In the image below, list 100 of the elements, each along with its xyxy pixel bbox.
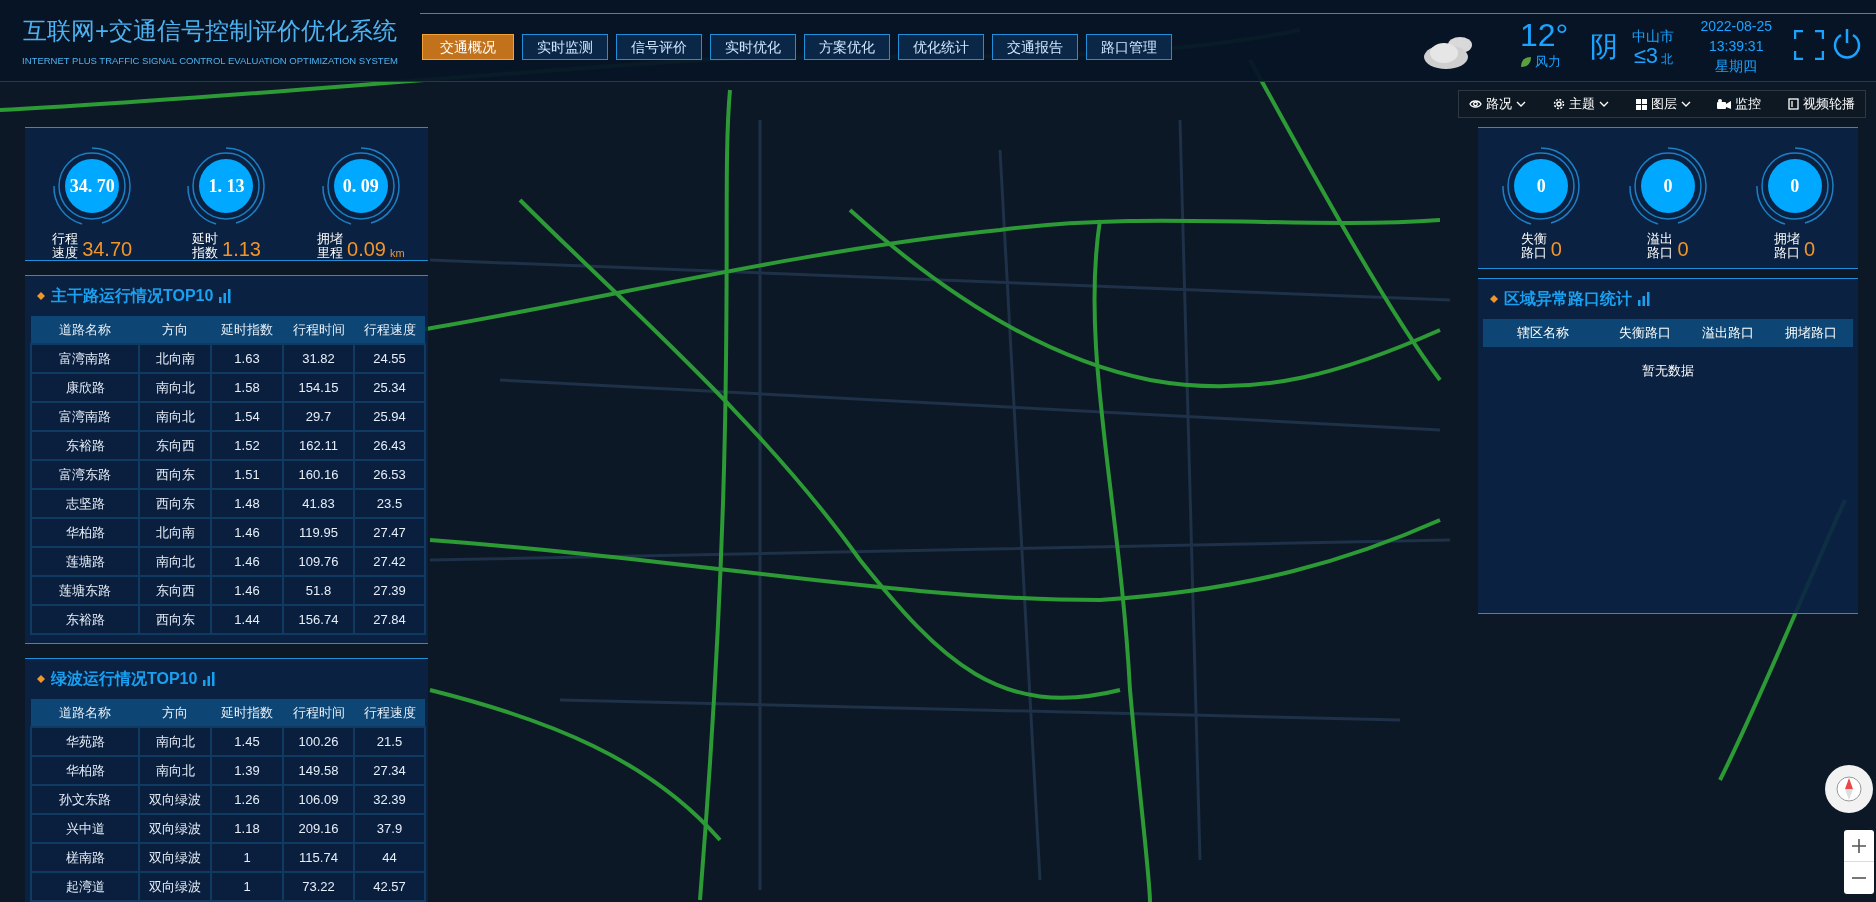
table-cell: 东向西 [139, 576, 211, 605]
table-cell: 25.34 [354, 373, 425, 402]
map-tool-button[interactable]: 视频轮播 [1788, 94, 1855, 114]
panel-title: 区域异常路口统计 [1504, 289, 1632, 309]
table-cell: 27.39 [354, 576, 425, 605]
nav-tab[interactable]: 方案优化 [804, 34, 890, 60]
table-cell: 志坚路 [31, 489, 139, 518]
table-cell: 1.51 [211, 460, 283, 489]
table-cell: 东裕路 [31, 605, 139, 634]
list-icon [1788, 98, 1799, 110]
app-subtitle: INTERNET PLUS TRAFFIC SIGNAL CONTROL EVALUATION OPTIMIZATION SYSTEM [22, 54, 398, 68]
column-header: 方向 [139, 699, 211, 727]
table-cell: 康欣路 [31, 373, 139, 402]
fullscreen-icon[interactable] [1794, 30, 1824, 60]
table-cell: 100.26 [283, 727, 354, 756]
weekday-text: 星期四 [1715, 57, 1758, 76]
nav-tab[interactable]: 实时优化 [710, 34, 796, 60]
table-cell: 27.47 [354, 518, 425, 547]
kpi-circle-value: 1. 13 [199, 159, 254, 213]
kpi-label: 延时指数 [192, 232, 218, 260]
table-cell: 1.58 [211, 373, 283, 402]
table-cell: 兴中道 [31, 814, 139, 843]
column-header: 行程速度 [354, 316, 425, 344]
table-cell: 41.83 [283, 489, 354, 518]
table-cell: 南向北 [139, 756, 211, 785]
table-cell: 31.82 [283, 344, 354, 373]
column-header: 方向 [139, 316, 211, 344]
empty-state-text: 暂无数据 [1642, 362, 1694, 380]
plus-icon [1852, 838, 1866, 853]
table-cell: 富湾南路 [31, 402, 139, 431]
wind-direction: 北 [1661, 51, 1674, 68]
table-cell: 21.5 [354, 727, 425, 756]
table-cell: 26.43 [354, 431, 425, 460]
map-tool-button[interactable]: 主题 [1552, 94, 1609, 114]
table-cell: 南向北 [139, 402, 211, 431]
nav-tab[interactable]: 交通概况 [422, 34, 514, 60]
diamond-icon [1490, 295, 1498, 303]
map-tool-button[interactable]: 监控 [1717, 94, 1762, 114]
table-cell: 东向西 [139, 431, 211, 460]
kpi-circle-value: 0. 09 [333, 159, 388, 213]
nav-tab[interactable]: 信号评价 [616, 34, 702, 60]
table-cell: 西向东 [139, 605, 211, 634]
table-cell: 北向南 [139, 344, 211, 373]
nav-tab[interactable]: 路口管理 [1086, 34, 1172, 60]
table-cell: 双向绿波 [139, 814, 211, 843]
leaf-icon [1520, 55, 1532, 68]
table-cell: 起湾道 [31, 872, 139, 901]
kpi-unit: km [389, 246, 405, 260]
kpi-value: 0 [1677, 238, 1689, 260]
table-cell: 1.46 [211, 518, 283, 547]
table-cell: 1.44 [211, 605, 283, 634]
table-cell: 东裕路 [31, 431, 139, 460]
table-cell: 1.46 [211, 576, 283, 605]
panel-title: 绿波运行情况TOP10 [51, 669, 198, 689]
table-cell: 华苑路 [31, 727, 139, 756]
table-cell: 1.54 [211, 402, 283, 431]
table-cell: 42.57 [354, 872, 425, 901]
table-cell: 154.15 [283, 373, 354, 402]
power-icon[interactable] [1832, 28, 1862, 60]
diamond-icon [37, 292, 45, 300]
kpi-value: 0.09 [347, 238, 386, 260]
bar-chart-icon [1638, 292, 1650, 306]
table-cell: 槎南路 [31, 843, 139, 872]
kpi-label: 拥堵里程 [317, 232, 343, 260]
table-cell: 西向东 [139, 489, 211, 518]
table-cell: 106.09 [283, 785, 354, 814]
diamond-icon [37, 675, 45, 683]
table-cell: 双向绿波 [139, 843, 211, 872]
map-tool-button[interactable]: 路况 [1469, 94, 1526, 114]
column-header: 辖区名称 [1483, 319, 1603, 347]
table-cell: 北向南 [139, 518, 211, 547]
wind-label: 风力 [1535, 53, 1561, 71]
column-header: 行程时间 [283, 316, 354, 344]
table-cell: 1.48 [211, 489, 283, 518]
nav-tab[interactable]: 优化统计 [898, 34, 984, 60]
table-cell: 富湾东路 [31, 460, 139, 489]
eye-icon [1469, 99, 1482, 109]
table-cell: 162.11 [283, 431, 354, 460]
table-cell: 115.74 [283, 843, 354, 872]
column-header: 溢出路口 [1686, 319, 1770, 347]
table-cell: 1 [211, 843, 283, 872]
bar-chart-icon [203, 672, 216, 686]
table-cell: 莲塘东路 [31, 576, 139, 605]
wind-level: ≤3 [1633, 44, 1659, 68]
compass-icon[interactable] [1824, 764, 1874, 814]
nav-tab[interactable]: 交通报告 [992, 34, 1078, 60]
kpi-circle-value: 34. 70 [65, 159, 120, 213]
table-cell: 1 [211, 872, 283, 901]
table-cell: 1.63 [211, 344, 283, 373]
table-cell: 富湾南路 [31, 344, 139, 373]
nav-tab[interactable]: 实时监测 [522, 34, 608, 60]
table-cell: 149.58 [283, 756, 354, 785]
column-header: 拥堵路口 [1769, 319, 1853, 347]
weather-condition: 阴 [1590, 30, 1619, 64]
kpi-value: 0 [1804, 238, 1816, 260]
table-cell: 1.52 [211, 431, 283, 460]
table-cell: 双向绿波 [139, 785, 211, 814]
table-cell: 44 [354, 843, 425, 872]
map-tool-button[interactable]: 图层 [1635, 94, 1691, 114]
table-cell: 25.94 [354, 402, 425, 431]
